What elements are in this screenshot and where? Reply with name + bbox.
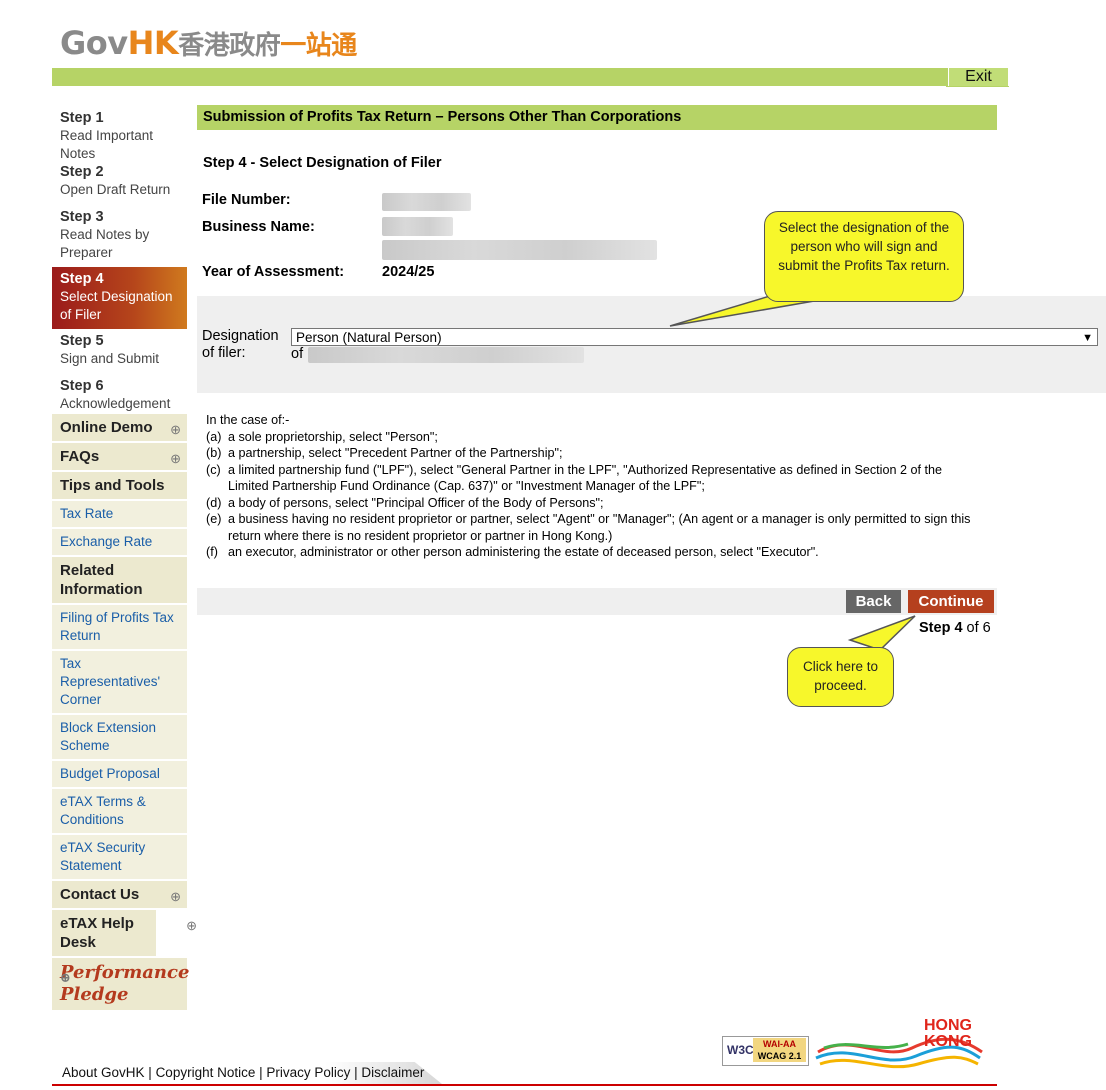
w3c-logo: W3C xyxy=(727,1043,754,1057)
callout-continue: Click here to proceed. xyxy=(787,647,894,707)
footer-link-about[interactable]: About GovHK xyxy=(62,1065,145,1080)
wcag-badge[interactable]: W3C WAI-AA WCAG 2.1 xyxy=(722,1036,809,1066)
callout-designation: Select the designation of the person who… xyxy=(764,211,964,302)
wcag-label: WCAG 2.1 xyxy=(757,1051,802,1061)
footer-link-disclaimer[interactable]: Disclaimer xyxy=(361,1065,424,1080)
footer-links: About GovHK | Copyright Notice | Privacy… xyxy=(62,1065,425,1080)
wai-label: WAI-AA xyxy=(763,1039,796,1049)
footer-link-copyright[interactable]: Copyright Notice xyxy=(156,1065,256,1080)
callout-pointers xyxy=(669,289,916,651)
footer-divider xyxy=(52,1084,997,1086)
hong-text: HONG xyxy=(924,1017,972,1034)
callout-pointer-continue xyxy=(847,615,916,651)
kong-text: KONG xyxy=(924,1033,972,1050)
brand-hong-kong-logo: HONG KONG xyxy=(815,1017,983,1069)
footer-link-privacy[interactable]: Privacy Policy xyxy=(266,1065,350,1080)
wai-aa-mark: WAI-AA WCAG 2.1 xyxy=(753,1038,806,1062)
